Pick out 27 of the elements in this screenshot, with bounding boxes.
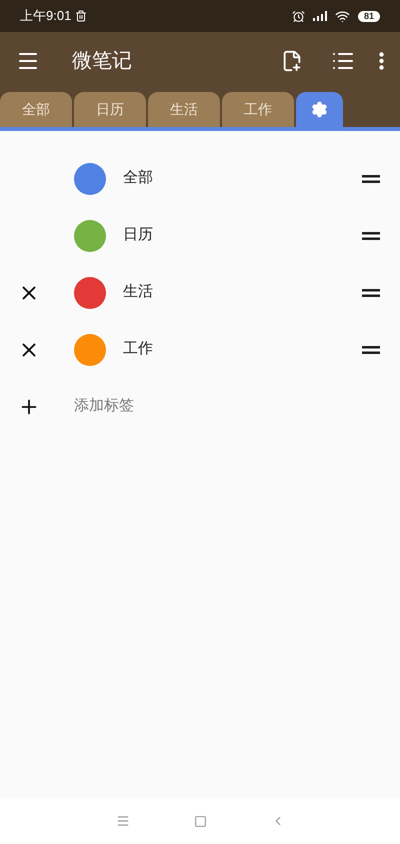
new-note-button[interactable] [281, 50, 303, 72]
settings-tab[interactable] [296, 92, 343, 127]
recents-icon[interactable] [116, 814, 130, 828]
signal-icon [312, 11, 327, 21]
alarm-icon [292, 10, 305, 22]
tag-tab[interactable]: 全部 [0, 92, 72, 127]
add-tag-button[interactable]: 添加标签 [0, 378, 400, 435]
tag-name: 工作 [123, 339, 153, 360]
trash-icon [75, 10, 88, 22]
gear-icon [311, 101, 328, 118]
tag-name: 生活 [123, 282, 153, 302]
drag-handle-icon[interactable] [362, 288, 380, 296]
tag-name: 全部 [123, 168, 153, 188]
more-button[interactable] [379, 52, 384, 70]
home-icon[interactable] [194, 814, 206, 828]
tag-name: 日历 [123, 225, 153, 246]
battery-indicator: 81 [358, 10, 380, 22]
drag-handle-icon[interactable] [362, 174, 380, 182]
drag-handle-icon[interactable] [362, 346, 380, 354]
tag-tab[interactable]: 生活 [148, 92, 220, 127]
tag-tab[interactable]: 工作 [222, 92, 294, 127]
app-title: 微笔记 [72, 49, 132, 74]
status-time: 上午9:01 [20, 7, 72, 26]
wifi-icon [334, 8, 350, 24]
tag-tab[interactable]: 日历 [74, 92, 146, 127]
drag-handle-icon[interactable] [362, 232, 380, 240]
more-icon [379, 52, 384, 70]
